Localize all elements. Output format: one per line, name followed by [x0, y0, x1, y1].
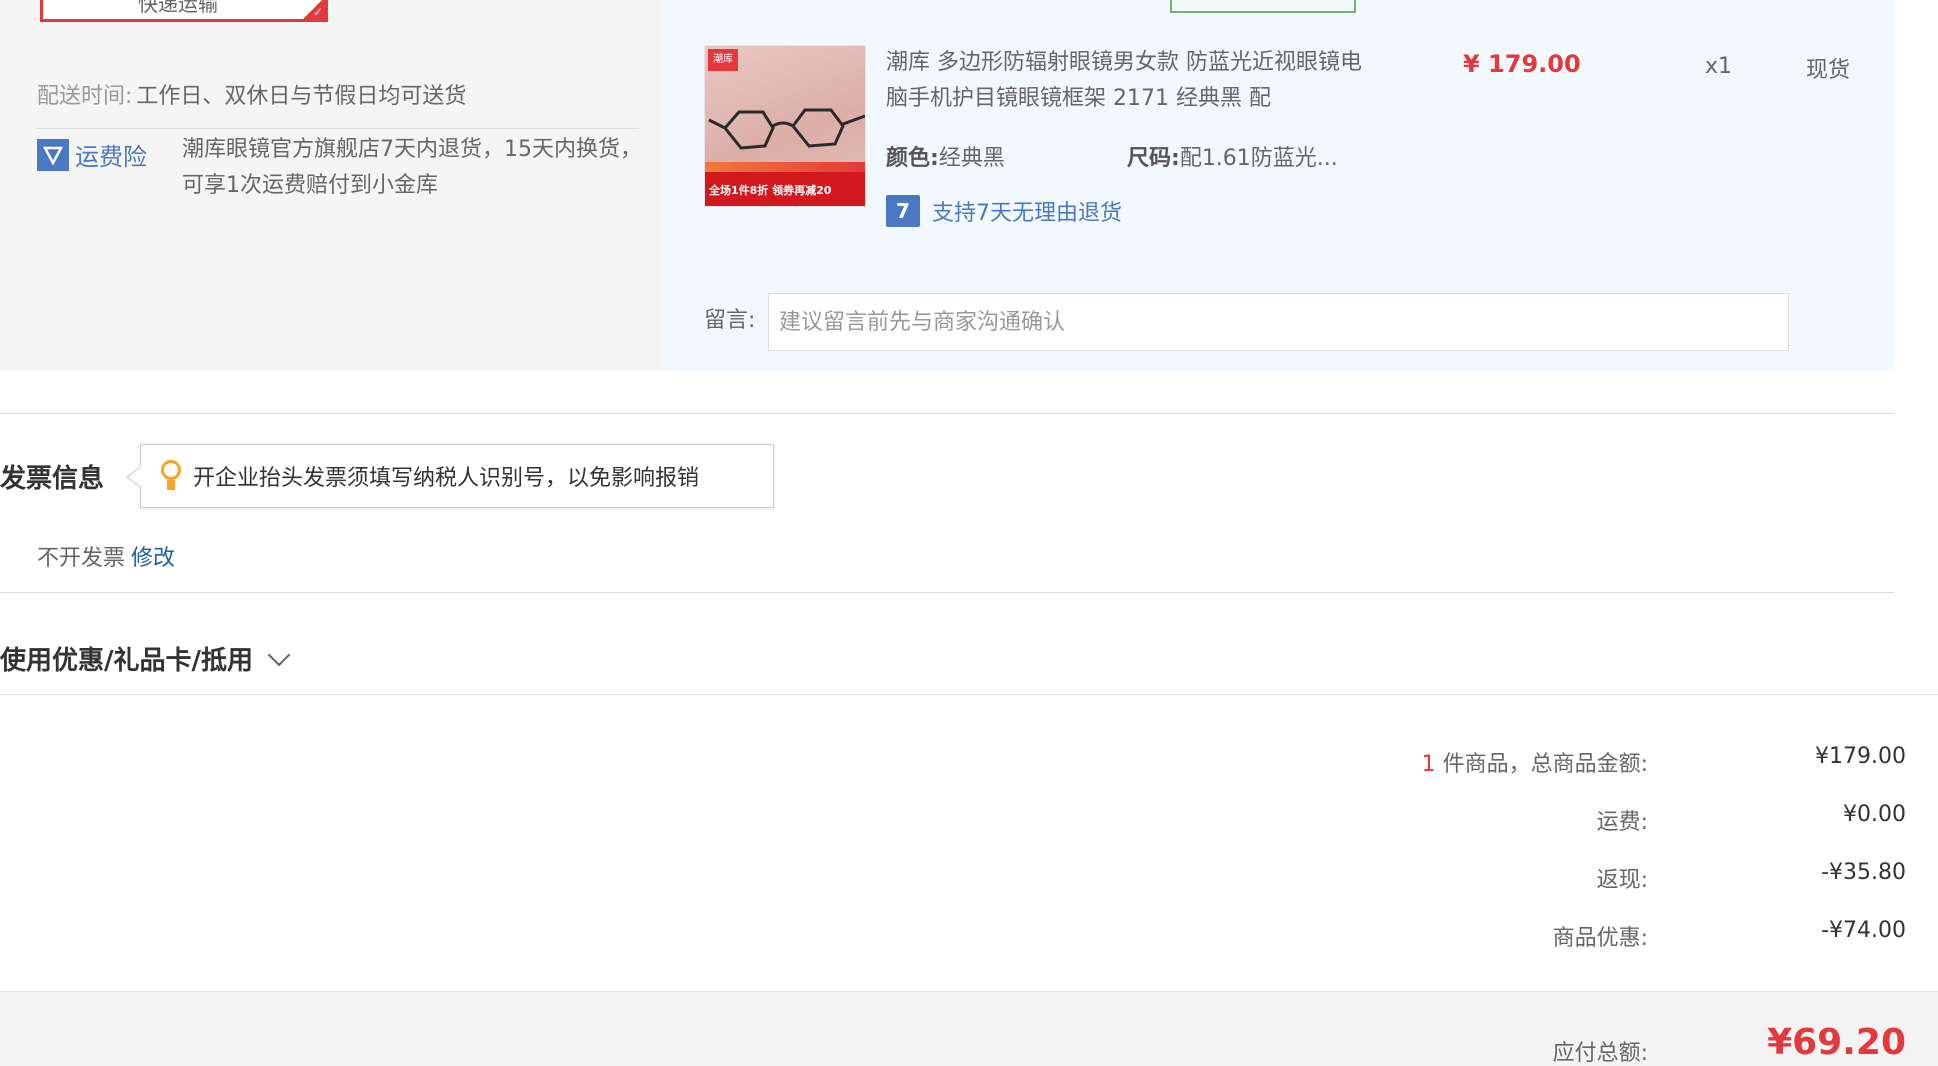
discount-label: 商品优惠:	[1552, 926, 1648, 951]
invoice-edit-link[interactable]: 修改	[131, 546, 175, 571]
delivery-time-label: 配送时间:	[37, 84, 133, 109]
return-policy-text: 支持7天无理由退货	[932, 201, 1122, 226]
product-title-link[interactable]: 潮库 多边形防辐射眼镜男女款 防蓝光近视眼镜电脑手机护目镜眼镜框架 2171 经…	[886, 45, 1366, 117]
brand-logo: 潮库	[708, 49, 738, 71]
product-thumbnail[interactable]: 潮库 全场1件8折 领券再减20	[704, 45, 866, 207]
freight-insurance-badge: 运费险	[37, 137, 147, 172]
coupon-toggle[interactable]: 使用优惠/礼品卡/抵用	[0, 640, 291, 677]
thumb-promo-text: 全场1件8折 领券再减20	[709, 184, 832, 197]
promo-badge	[1170, 0, 1356, 13]
invoice-tip: 开企业抬头发票须填写纳税人识别号，以免影响报销	[140, 444, 774, 508]
payable-total-label: 应付总额:	[1552, 1041, 1648, 1066]
size-label: 尺码:	[1127, 146, 1180, 171]
section-divider	[0, 413, 1894, 414]
product-price: ¥ 179.00	[1463, 50, 1581, 78]
return-policy[interactable]: 7 支持7天无理由退货	[886, 195, 1122, 227]
message-label: 留言:	[704, 308, 756, 333]
delivery-time-value: 工作日、双休日与节假日均可送货	[136, 84, 467, 109]
item-count: 1	[1421, 752, 1436, 777]
product-size: 尺码:配1.61防蓝光...	[1127, 140, 1338, 172]
shipping-fee-value: ¥0.00	[1843, 802, 1906, 827]
coupon-section-title: 使用优惠/礼品卡/抵用	[0, 646, 253, 676]
divider	[37, 128, 639, 129]
cashback-value: -¥35.80	[1821, 860, 1906, 885]
color-label: 颜色:	[886, 146, 939, 171]
invoice-status: 不开发票 修改	[37, 540, 175, 572]
tooltip-arrow-inner	[128, 467, 141, 487]
product-color: 颜色:经典黑	[886, 140, 1005, 172]
message-input[interactable]	[768, 293, 1789, 351]
section-divider	[0, 694, 1938, 695]
shipping-method-option[interactable]: 快递运输 ✓	[40, 0, 328, 22]
invoice-section-title: 发票信息	[0, 464, 105, 494]
invoice-status-text: 不开发票	[37, 546, 126, 571]
product-quantity: x1	[1705, 54, 1733, 79]
payable-total-value: ¥69.20	[1767, 1022, 1906, 1063]
color-value: 经典黑	[938, 146, 1005, 171]
shipping-fee-label: 运费:	[1596, 810, 1648, 835]
check-icon: ✓	[312, 5, 323, 19]
items-total-label: 1 件商品，总商品金额:	[1248, 746, 1648, 778]
return-7day-icon: 7	[886, 195, 920, 227]
chevron-down-icon	[267, 643, 291, 666]
shipping-method-label: 快递运输	[138, 0, 218, 16]
cashback-label: 返现:	[1596, 868, 1648, 893]
product-stock-status: 现货	[1806, 58, 1851, 83]
shield-icon	[37, 138, 69, 171]
freight-insurance-label: 运费险	[75, 143, 147, 171]
delivery-time: 配送时间: 工作日、双休日与节假日均可送货	[37, 82, 466, 112]
discount-value: -¥74.00	[1821, 918, 1906, 943]
freight-insurance-desc: 潮库眼镜官方旗舰店7天内退货，15天内换货，可享1次运费赔付到小金库	[182, 137, 642, 198]
lightbulb-icon	[159, 460, 183, 492]
thumb-promo-banner: 全场1件8折 领券再减20	[705, 172, 865, 206]
thumb-banner-strip	[705, 162, 865, 172]
invoice-tip-text: 开企业抬头发票须填写纳税人识别号，以免影响报销	[193, 466, 700, 491]
size-value: 配1.61防蓝光...	[1179, 146, 1338, 171]
items-label-text: 件商品，总商品金额:	[1435, 752, 1648, 777]
section-divider	[0, 592, 1894, 593]
items-total-value: ¥179.00	[1815, 744, 1906, 769]
